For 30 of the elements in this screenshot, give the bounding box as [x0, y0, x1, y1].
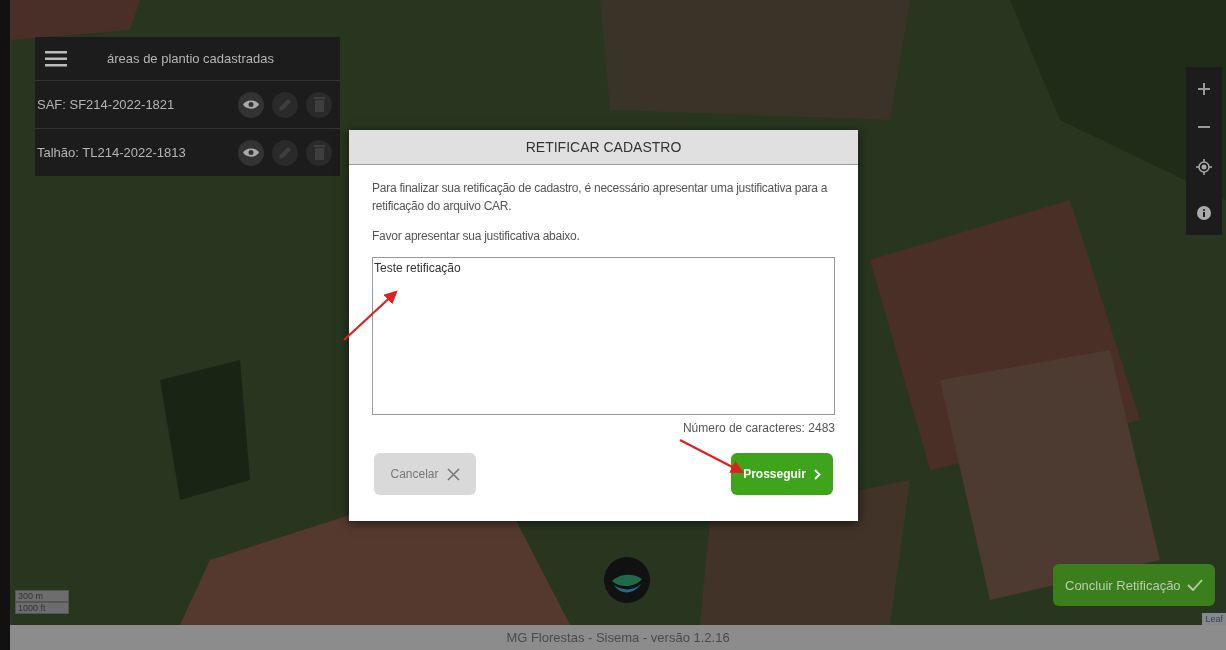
character-count: Número de caracteres: 2483 [681, 421, 835, 435]
dialog-text: Para finalizar sua retificação de cadastro, é necessário apresentar uma justificativa para a retificação do arquivo CAR. [372, 180, 829, 215]
check-icon [1187, 579, 1203, 591]
pencil-icon [278, 145, 292, 160]
close-icon [446, 467, 460, 481]
zoom-in-icon[interactable] [1198, 82, 1210, 95]
annotation-arrow [679, 439, 744, 473]
panel-title: áreas de plantio cadastradas [107, 51, 274, 66]
footer-text: MG Florestas - Sisema - versão 1.2.16 [10, 625, 1226, 650]
menu-icon[interactable] [45, 50, 67, 67]
chevron-icon [813, 468, 821, 480]
proceed-button[interactable]: Prosseguir [731, 453, 833, 495]
pencil-icon [278, 97, 292, 112]
view-button[interactable] [238, 139, 264, 166]
attribution-link[interactable]: Leaf [1202, 613, 1226, 625]
annotation-arrow [343, 290, 398, 341]
locate-icon[interactable] [1196, 158, 1212, 175]
justification-field[interactable]: Teste retificação [372, 257, 835, 415]
info-icon[interactable] [1197, 205, 1211, 220]
eye-icon [243, 99, 259, 110]
planting-area-label: SAF: SF214-2022-1821 [37, 97, 176, 112]
conclude-button[interactable]: Concluir Retificação [1053, 564, 1215, 606]
eye-icon [243, 147, 259, 158]
zoom-out-icon[interactable] [1198, 125, 1210, 128]
planting-area-label: Talhão: TL214-2022-1813 [37, 145, 187, 160]
dialog-title: RETIFICAR CADASTRO [349, 130, 858, 165]
view-button[interactable] [238, 91, 264, 118]
cancel-button[interactable]: Cancelar [374, 453, 476, 495]
logo-icon [604, 557, 650, 603]
dialog-text: Favor apresentar sua justificativa abaixo. [372, 228, 581, 245]
